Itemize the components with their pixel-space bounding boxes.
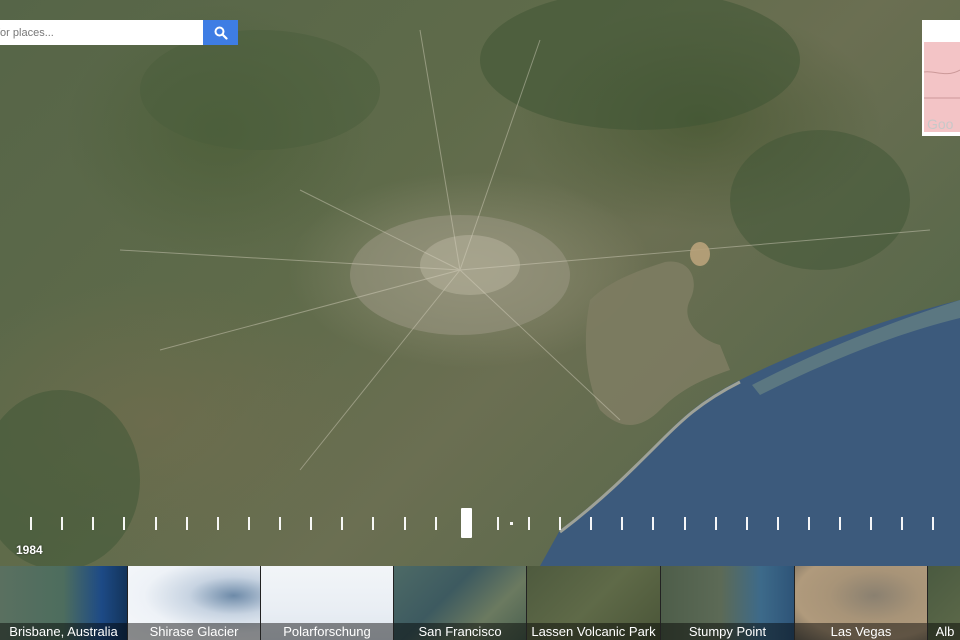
timeline-tick-minor: [510, 522, 513, 525]
thumbnail-item[interactable]: Polarforschung: [261, 566, 394, 640]
thumbnail-label: Alb: [928, 623, 960, 640]
timeline-tick: [715, 517, 717, 530]
timeline-tick: [621, 517, 623, 530]
thumbnail-label: Stumpy Point: [661, 623, 794, 640]
timeline-tick: [217, 517, 219, 530]
overview-minimap[interactable]: Goo: [922, 20, 960, 136]
timeline-tick: [435, 517, 437, 530]
thumbnail-label: Polarforschung: [261, 623, 393, 640]
thumbnail-label: Las Vegas: [795, 623, 927, 640]
timeline[interactable]: 1984: [0, 505, 960, 557]
timeline-tick: [279, 517, 281, 530]
timeline-tick: [932, 517, 934, 530]
timeline-tick: [186, 517, 188, 530]
timeline-tick: [123, 517, 125, 530]
search-button[interactable]: [203, 20, 238, 45]
timeline-tick: [341, 517, 343, 530]
timeline-tick: [839, 517, 841, 530]
thumbnail-item[interactable]: Shirase Glacier: [128, 566, 261, 640]
timeline-tick: [746, 517, 748, 530]
timeline-tick: [248, 517, 250, 530]
timeline-tick: [870, 517, 872, 530]
timeline-handle[interactable]: [461, 508, 472, 538]
thumbnail-item[interactable]: Las Vegas: [795, 566, 928, 640]
timeline-tick: [684, 517, 686, 530]
timeline-tick: [61, 517, 63, 530]
timeline-tick: [30, 517, 32, 530]
minimap-attribution: Goo: [927, 116, 954, 132]
timeline-tick: [155, 517, 157, 530]
search-icon: [214, 26, 228, 40]
timeline-tick: [528, 517, 530, 530]
location-thumbnails: Brisbane, Australia Shirase Glacier Pola…: [0, 566, 960, 640]
search-input[interactable]: [0, 20, 203, 45]
timeline-tick: [497, 517, 499, 530]
thumbnail-label: Shirase Glacier: [128, 623, 260, 640]
timeline-year-label: 1984: [16, 543, 43, 557]
thumbnail-item[interactable]: Lassen Volcanic Park: [527, 566, 661, 640]
timeline-tick: [901, 517, 903, 530]
thumbnail-item[interactable]: Alb: [928, 566, 960, 640]
timeline-tick: [808, 517, 810, 530]
thumbnail-item[interactable]: Stumpy Point: [661, 566, 795, 640]
search-box: [0, 20, 238, 45]
thumbnail-item[interactable]: Brisbane, Australia: [0, 566, 128, 640]
timeline-tick: [652, 517, 654, 530]
timeline-tick: [372, 517, 374, 530]
thumbnail-item[interactable]: San Francisco: [394, 566, 527, 640]
thumbnail-label: Brisbane, Australia: [0, 623, 127, 640]
timeline-tick: [559, 517, 561, 530]
thumbnail-label: Lassen Volcanic Park: [527, 623, 660, 640]
timeline-tick: [404, 517, 406, 530]
timeline-tick: [92, 517, 94, 530]
timeline-tick: [590, 517, 592, 530]
timeline-tick: [310, 517, 312, 530]
timeline-tick: [777, 517, 779, 530]
thumbnail-label: San Francisco: [394, 623, 526, 640]
